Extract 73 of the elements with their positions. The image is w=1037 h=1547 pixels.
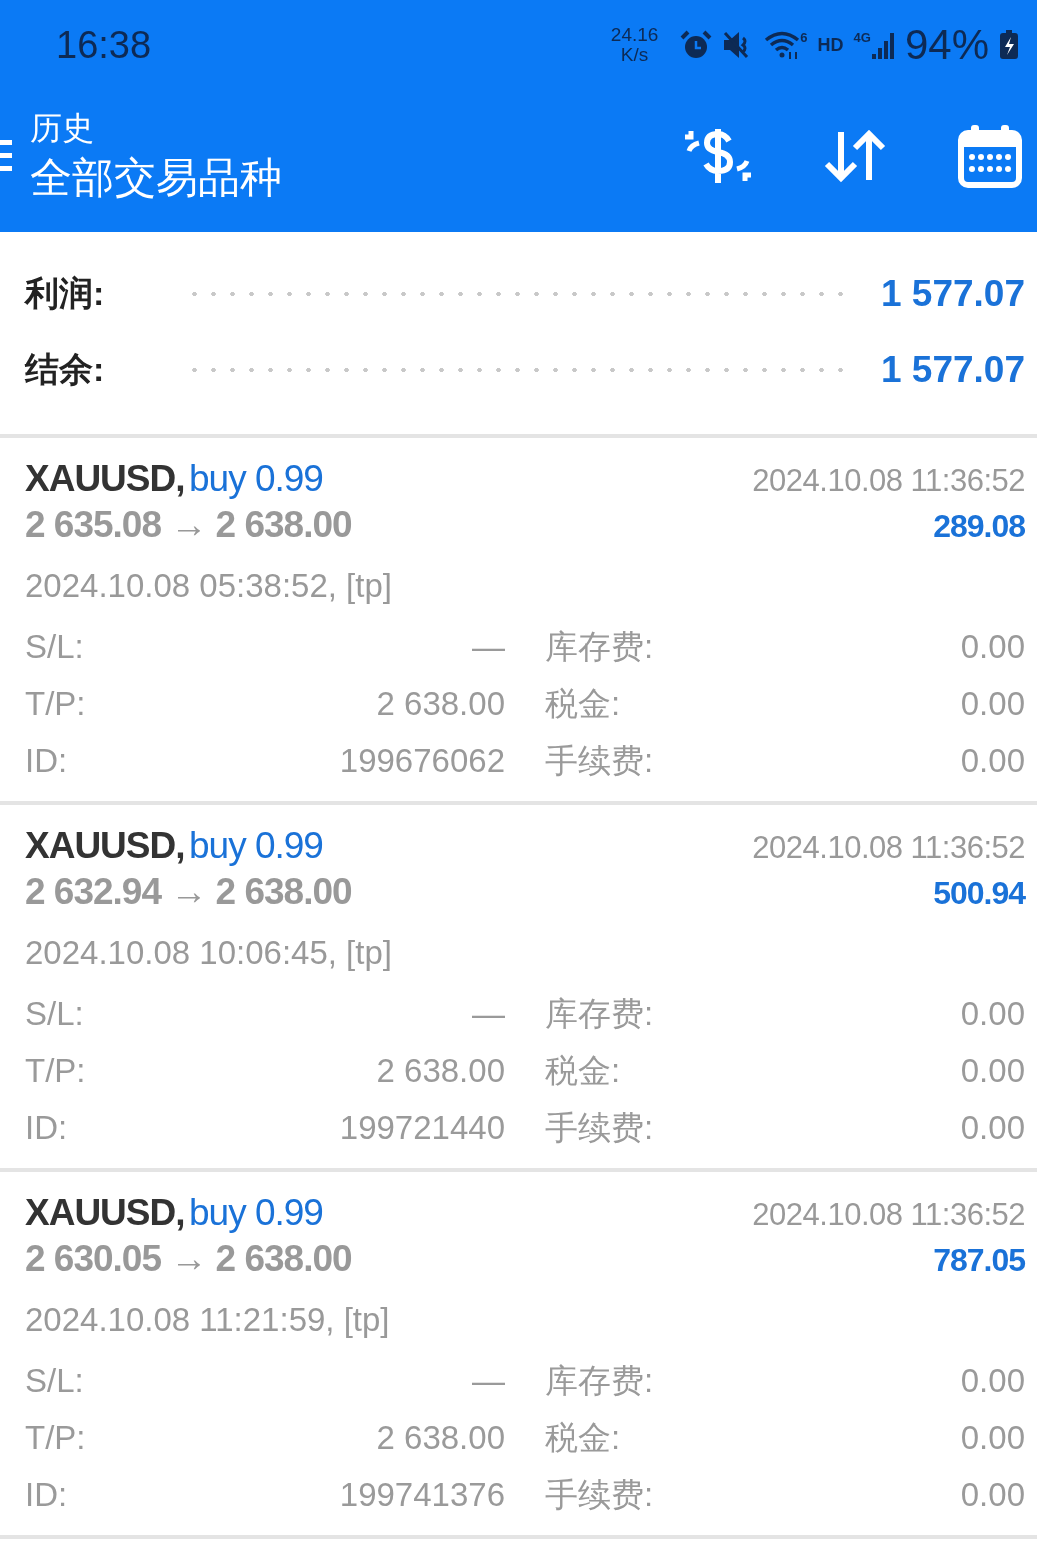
field-label: 税金:	[545, 1418, 621, 1458]
field-label: ID:	[25, 1108, 68, 1148]
battery-percent: 94%	[904, 21, 989, 69]
alarm-clock-icon	[680, 30, 713, 60]
field-label: 手续费:	[545, 741, 654, 781]
field-value: 0.00	[960, 684, 1025, 724]
field-value: —	[472, 627, 505, 667]
wifi-standard-label: 6	[800, 30, 808, 45]
open-time: 2024.10.08 05:38:52, [tp]	[25, 567, 392, 605]
field-value: 0.00	[960, 1108, 1025, 1148]
field-label: T/P:	[25, 1051, 86, 1091]
field-value: 199676062	[339, 741, 505, 781]
field-label: S/L:	[25, 627, 84, 667]
close-time: 2024.10.08 11:36:52	[752, 463, 1025, 499]
wifi-icon	[764, 30, 801, 60]
network-type: 4G	[853, 30, 871, 45]
field-value: 199741376	[339, 1475, 505, 1515]
trade-profit: 289.08	[933, 508, 1025, 545]
field-label: T/P:	[25, 684, 86, 724]
price-range: 2 630.05 → 2 638.00	[25, 1238, 352, 1280]
field-label: 手续费:	[545, 1475, 654, 1515]
symbol-filter[interactable]: 全部交易品种	[30, 150, 683, 206]
charging-battery-icon	[999, 30, 1019, 60]
field-value: 2 638.00	[376, 1418, 505, 1458]
trade-profit: 787.05	[933, 1242, 1025, 1279]
trade-profit: 500.94	[933, 875, 1025, 912]
field-label: ID:	[25, 1475, 68, 1515]
field-value: 2 638.00	[376, 684, 505, 724]
trade-symbol: XAUUSD,	[25, 1192, 185, 1233]
field-value: 0.00	[960, 1051, 1025, 1091]
field-label: 库存费:	[545, 627, 654, 667]
trade-symbol: XAUUSD,	[25, 825, 185, 866]
field-value: 0.00	[960, 627, 1025, 667]
field-label: 税金:	[545, 1051, 621, 1091]
summary-value: 1 577.07	[880, 273, 1025, 315]
summary-value: 1 577.07	[880, 349, 1025, 391]
field-label: 手续费:	[545, 1108, 654, 1148]
field-value: 0.00	[960, 1361, 1025, 1401]
field-value: 2 638.00	[376, 1051, 505, 1091]
trade-direction: buy 0.99	[189, 825, 323, 866]
net-speed-unit: K/s	[620, 45, 649, 65]
summary-label: 利润:	[25, 273, 106, 314]
field-value: —	[472, 994, 505, 1034]
field-value: 0.00	[960, 1475, 1025, 1515]
hd-indicator: HD	[817, 34, 844, 56]
field-value: 0.00	[960, 741, 1025, 781]
field-value: —	[472, 1361, 505, 1401]
clock-time: 16:38	[56, 23, 153, 67]
sort-icon[interactable]	[823, 128, 887, 184]
calendar-icon[interactable]	[957, 123, 1023, 189]
field-label: S/L:	[25, 1361, 84, 1401]
screen-title: 历史	[30, 109, 95, 148]
field-value: 0.00	[960, 1418, 1025, 1458]
net-speed: 24.16	[610, 25, 659, 45]
field-label: T/P:	[25, 1418, 86, 1458]
field-label: S/L:	[25, 994, 84, 1034]
field-label: 库存费:	[545, 1361, 654, 1401]
field-value: 199721440	[339, 1108, 505, 1148]
open-time: 2024.10.08 10:06:45, [tp]	[25, 934, 392, 972]
open-time: 2024.10.08 11:21:59, [tp]	[25, 1301, 390, 1339]
price-range: 2 635.08 → 2 638.00	[25, 504, 352, 546]
field-label: 库存费:	[545, 994, 654, 1034]
summary-label: 结余:	[25, 349, 106, 390]
field-label: ID:	[25, 741, 68, 781]
close-time: 2024.10.08 11:36:52	[752, 830, 1025, 866]
close-time: 2024.10.08 11:36:52	[752, 1197, 1025, 1233]
price-range: 2 632.94 → 2 638.00	[25, 871, 352, 913]
field-value: 0.00	[960, 994, 1025, 1034]
signal-bars-icon	[870, 30, 895, 60]
trade-symbol: XAUUSD,	[25, 458, 185, 499]
trade-direction: buy 0.99	[189, 458, 323, 499]
trade-direction: buy 0.99	[189, 1192, 323, 1233]
field-label: 税金:	[545, 684, 621, 724]
